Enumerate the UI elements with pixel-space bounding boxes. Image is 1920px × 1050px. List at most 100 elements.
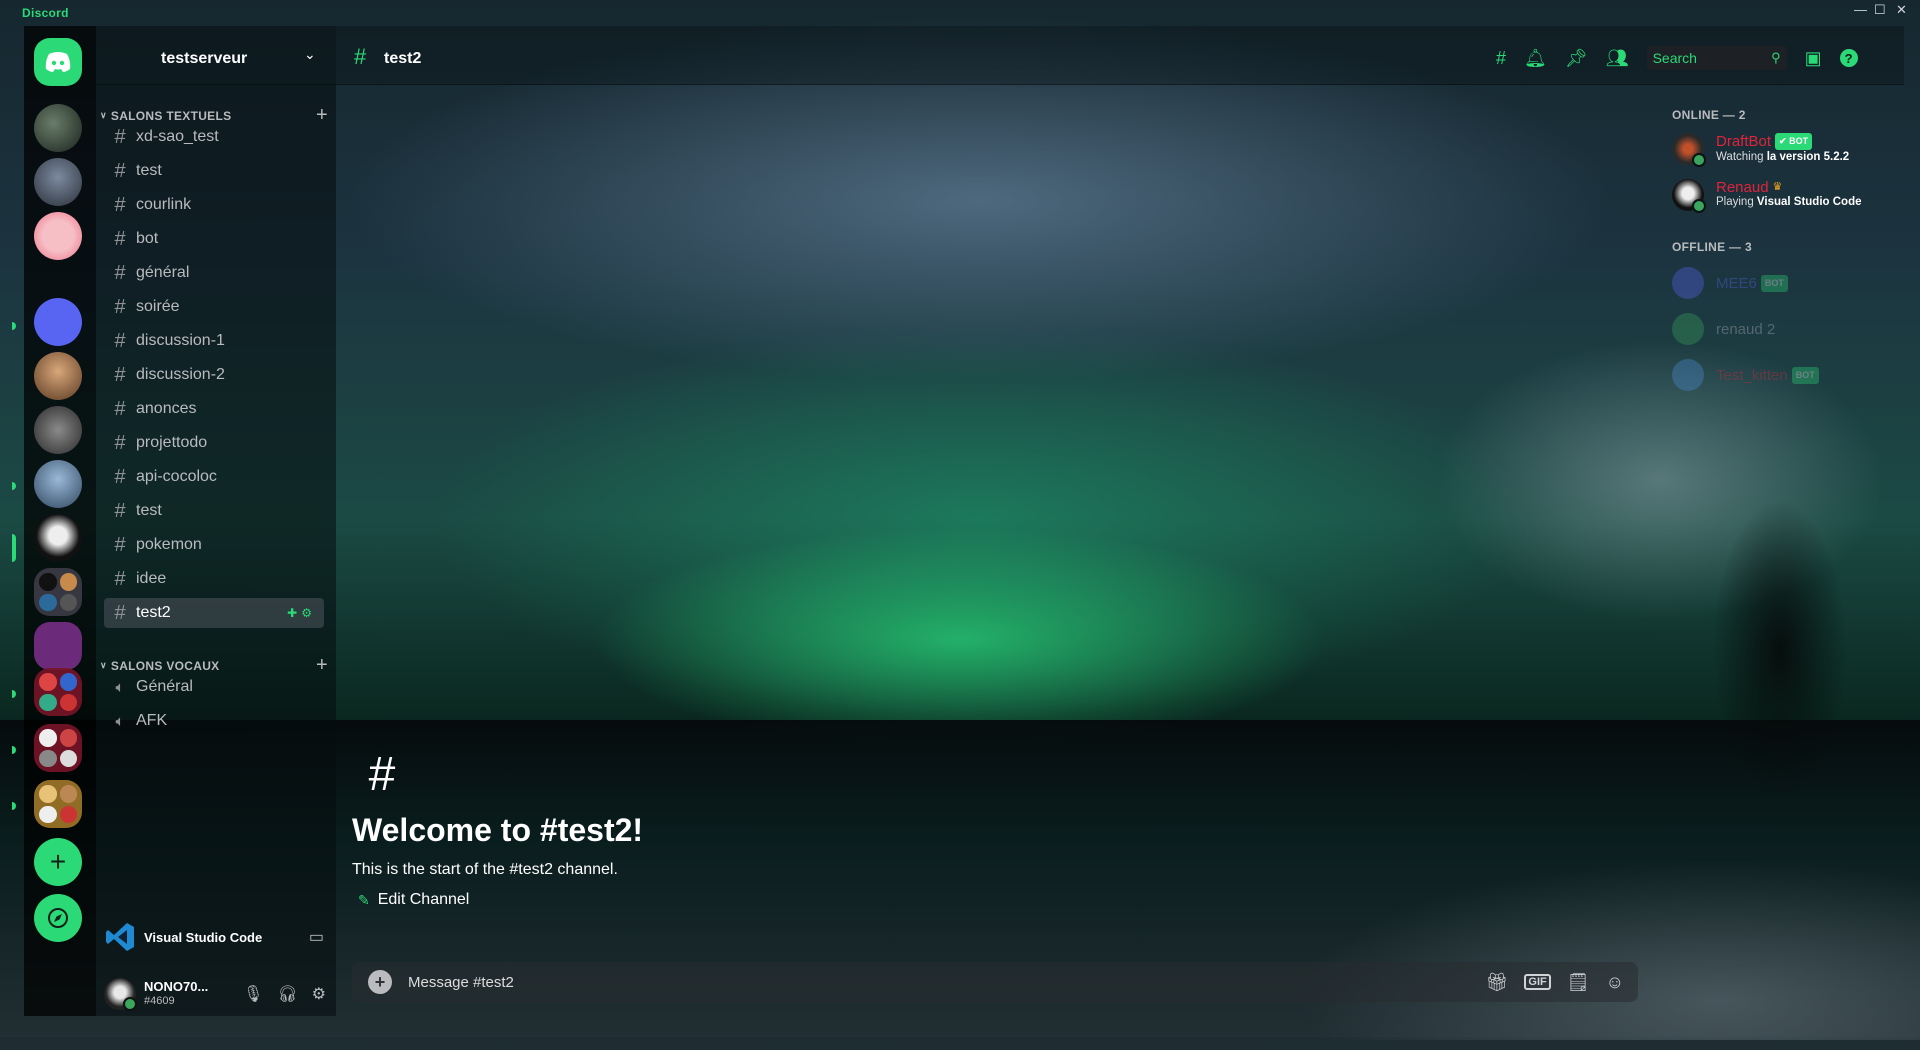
explore-servers-button[interactable] <box>34 894 82 942</box>
avatar <box>1672 133 1706 167</box>
sticker-icon[interactable]: 🗒︎ <box>1567 972 1590 993</box>
close-button[interactable]: ✕ <box>1896 2 1907 18</box>
headphones-icon[interactable]: 🎧︎ <box>277 984 297 1004</box>
server-name: testserveur <box>161 50 248 67</box>
hash-icon: # <box>114 465 126 488</box>
hash-icon: # <box>114 533 126 556</box>
message-input[interactable]: Message #test2 <box>408 974 514 991</box>
server-icon-testserveur[interactable] <box>34 514 82 562</box>
channel-label: test <box>136 502 162 519</box>
add-attachment-button[interactable]: + <box>368 970 392 994</box>
channel-test-2[interactable]: # test <box>104 496 324 526</box>
maximize-button[interactable]: ☐ <box>1874 2 1886 18</box>
search-input[interactable]: Search ⚲ <box>1646 46 1787 70</box>
channel-general[interactable]: # général <box>104 258 324 288</box>
hash-icon: # <box>368 747 396 801</box>
server-icon-5[interactable] <box>34 352 82 400</box>
server-folder-1[interactable] <box>34 568 82 616</box>
channel-label: discussion-2 <box>136 366 225 383</box>
server-icon-7[interactable] <box>34 460 82 508</box>
user-info[interactable]: NONO70... #4609 <box>144 980 208 1008</box>
message-composer[interactable]: + Message #test2 🎁︎ GIF 🗒︎ ☺ <box>352 962 1638 1002</box>
channel-xd-sao-test[interactable]: # xd-sao_test <box>104 122 324 152</box>
voice-channel-general[interactable]: 🔈︎ Général <box>104 672 324 702</box>
channel-projettodo[interactable]: # projettodo <box>104 428 324 458</box>
emoji-icon[interactable]: ☺ <box>1606 972 1624 993</box>
pin-icon[interactable]: 📌︎ <box>1565 48 1588 69</box>
voice-channel-afk[interactable]: 🔈︎ AFK <box>104 706 324 736</box>
hash-icon: # <box>354 44 367 69</box>
server-folder-3[interactable] <box>34 724 82 772</box>
gift-icon[interactable]: 🎁︎ <box>1486 972 1509 993</box>
add-server-button[interactable]: + <box>34 838 82 886</box>
channel-api-cocoloc[interactable]: # api-cocoloc <box>104 462 324 492</box>
channel-label: idee <box>136 570 167 587</box>
server-icon-6[interactable] <box>34 406 82 454</box>
gif-button[interactable]: GIF <box>1524 974 1551 990</box>
channel-bot[interactable]: # bot <box>104 224 324 254</box>
screen-share-icon[interactable]: ▭ <box>309 927 324 947</box>
offline-header: OFFLINE — 3 <box>1672 240 1752 254</box>
hash-icon: # <box>114 261 126 284</box>
bell-icon[interactable]: 🔔︎ <box>1524 48 1547 69</box>
server-folder-4[interactable] <box>34 780 82 828</box>
hash-icon: # <box>114 125 126 148</box>
channel-title: test2 <box>384 50 422 67</box>
search-icon: ⚲ <box>1771 50 1781 65</box>
hash-icon: # <box>114 159 126 182</box>
server-header[interactable]: testserveur ⌄ <box>96 26 336 85</box>
server-rail: + <box>12 26 96 1016</box>
member-draftbot[interactable]: DraftBot ✔ BOT Watching la version 5.2.2 <box>1672 128 1902 170</box>
chevron-down-icon: ⌄ <box>304 46 316 62</box>
inbox-icon[interactable]: ▣ <box>1805 48 1822 69</box>
channel-label: soirée <box>136 298 180 315</box>
channel-discussion-2[interactable]: # discussion-2 <box>104 360 324 390</box>
avatar <box>1672 313 1704 345</box>
member-renaud[interactable]: Renaud ♛ Playing Visual Studio Code <box>1672 174 1902 216</box>
channel-test[interactable]: # test <box>104 156 324 186</box>
server-icon-1[interactable] <box>34 104 82 152</box>
invite-icon[interactable]: ✚ <box>287 606 301 620</box>
channel-soiree[interactable]: # soirée <box>104 292 324 322</box>
crown-icon: ♛ <box>1772 181 1783 193</box>
edit-channel-label: Edit Channel <box>377 891 470 908</box>
channel-anonces[interactable]: # anonces <box>104 394 324 424</box>
help-icon[interactable]: ? <box>1839 49 1858 67</box>
channel-label: AFK <box>136 712 168 729</box>
user-tag: #4609 <box>144 995 175 1007</box>
gear-icon[interactable]: ⚙ <box>301 606 316 620</box>
members-icon[interactable]: 👥︎ <box>1606 48 1629 69</box>
app-title: Discord <box>22 6 69 20</box>
gear-icon[interactable]: ⚙ <box>312 984 326 1004</box>
edit-channel-button[interactable]: ✎ Edit Channel <box>358 891 643 909</box>
channel-idee[interactable]: # idee <box>104 564 324 594</box>
channel-courlink[interactable]: # courlink <box>104 190 324 220</box>
server-icon-2[interactable] <box>34 158 82 206</box>
hash-icon: # <box>114 193 126 216</box>
status-prefix: Playing <box>1716 196 1757 208</box>
server-icon-pm[interactable] <box>34 622 82 670</box>
channel-label: pokemon <box>136 536 202 553</box>
channel-pokemon[interactable]: # pokemon <box>104 530 324 560</box>
selected-pip <box>12 534 16 562</box>
server-icon-3[interactable] <box>34 212 82 260</box>
status-prefix: Watching <box>1716 151 1767 163</box>
channel-label: général <box>136 264 190 281</box>
threads-icon[interactable]: # <box>1496 48 1506 69</box>
channel-test2[interactable]: # test2 ✚⚙ <box>104 598 324 628</box>
microphone-icon[interactable]: 🎙︎ <box>243 984 263 1004</box>
minimize-button[interactable]: — <box>1854 2 1867 17</box>
avatar[interactable] <box>104 978 137 1011</box>
member-renaud-2[interactable]: renaud 2 <box>1672 308 1902 350</box>
channel-discussion-1[interactable]: # discussion-1 <box>104 326 324 356</box>
avatar <box>1672 179 1706 213</box>
channel-label: test2 <box>136 604 171 621</box>
status-online <box>1692 199 1706 213</box>
bot-badge: ✔ BOT <box>1775 133 1813 150</box>
server-folder-2[interactable] <box>34 668 82 716</box>
member-test-kitten[interactable]: Test_kitten BOT <box>1672 354 1902 396</box>
member-mee6[interactable]: MEE6 BOT <box>1672 262 1902 304</box>
bot-badge: BOT <box>1791 366 1819 384</box>
server-icon-4[interactable] <box>34 298 82 346</box>
home-button[interactable] <box>34 38 82 86</box>
